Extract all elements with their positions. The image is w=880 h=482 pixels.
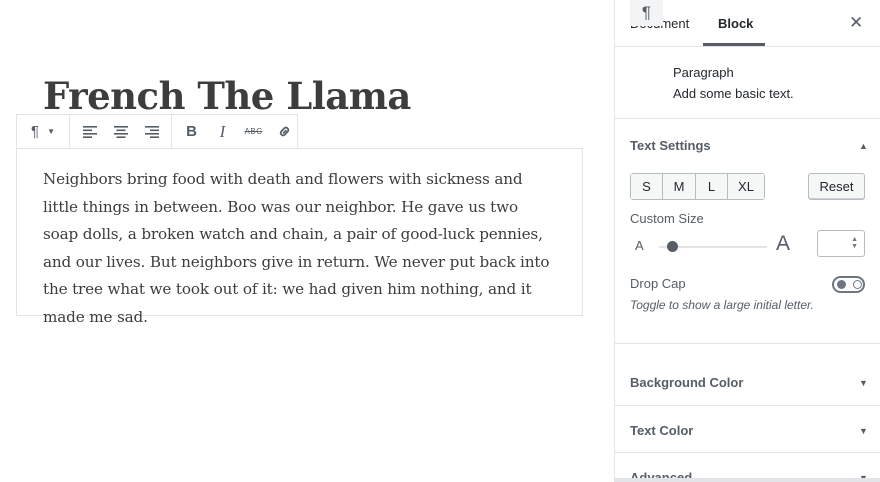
text-settings-toggle[interactable]: Text Settings xyxy=(630,138,711,153)
drop-cap-help: Toggle to show a large initial letter. xyxy=(630,298,814,312)
slider-handle[interactable] xyxy=(667,241,678,252)
text-color-toggle[interactable]: Text Color xyxy=(630,423,693,438)
toggle-off-indicator xyxy=(853,280,862,289)
drop-cap-label: Drop Cap xyxy=(630,276,686,291)
paragraph-text[interactable]: Neighbors bring food with death and flow… xyxy=(43,166,556,331)
align-center-button[interactable] xyxy=(105,115,136,148)
size-small-button[interactable]: S xyxy=(631,174,663,199)
strikethrough-button[interactable]: ABC xyxy=(238,115,269,148)
spinner-icon[interactable]: ▲ ▼ xyxy=(851,236,858,250)
background-color-panel: Background Color ▼ xyxy=(615,358,880,406)
block-card-title: Paragraph xyxy=(673,65,734,80)
size-large-button[interactable]: L xyxy=(696,174,728,199)
text-color-panel: Text Color ▼ xyxy=(615,406,880,453)
large-a-icon: A xyxy=(776,232,791,255)
italic-button[interactable]: I xyxy=(207,115,238,148)
drop-cap-toggle[interactable] xyxy=(832,276,865,293)
block-card-description: Add some basic text. xyxy=(673,86,794,101)
close-icon[interactable]: ✕ xyxy=(849,13,863,33)
size-xlarge-button[interactable]: XL xyxy=(728,174,764,199)
block-toolbar: ¶ ▼ B I ABC xyxy=(16,114,298,149)
link-icon xyxy=(279,126,290,137)
block-type-group: ¶ ▼ xyxy=(17,115,70,148)
post-title[interactable]: French The Llama xyxy=(43,74,411,118)
editor-canvas: French The Llama ¶ ▼ B I ABC Neighbors b… xyxy=(0,0,614,482)
reset-button[interactable]: Reset xyxy=(808,173,865,200)
background-color-toggle[interactable]: Background Color xyxy=(630,375,743,390)
link-button[interactable] xyxy=(269,115,300,148)
font-size-picker: S M L XL xyxy=(630,173,765,200)
size-medium-button[interactable]: M xyxy=(663,174,696,199)
settings-sidebar: Document Block ✕ ¶ Paragraph Add some ba… xyxy=(614,0,880,482)
block-type-switcher[interactable]: ¶ ▼ xyxy=(21,115,65,148)
custom-size-input[interactable]: ▲ ▼ xyxy=(817,230,865,257)
chevron-down-icon[interactable]: ▼ xyxy=(859,378,868,388)
align-left-button[interactable] xyxy=(74,115,105,148)
align-right-button[interactable] xyxy=(136,115,167,148)
paragraph-block[interactable]: Neighbors bring food with death and flow… xyxy=(16,148,583,326)
chevron-up-icon[interactable]: ▲ xyxy=(859,141,868,151)
bold-button[interactable]: B xyxy=(176,115,207,148)
align-center-icon xyxy=(113,125,128,138)
pilcrow-icon: ¶ xyxy=(31,123,40,140)
formatting-group: B I ABC xyxy=(172,115,304,148)
tab-block[interactable]: Block xyxy=(718,16,753,31)
small-a-icon: A xyxy=(635,238,644,253)
active-tab-indicator xyxy=(703,43,765,46)
chevron-down-icon[interactable]: ▼ xyxy=(859,426,868,436)
sidebar-footer-divider xyxy=(615,478,880,482)
chevron-down-icon: ▼ xyxy=(47,127,55,136)
custom-size-label: Custom Size xyxy=(630,211,704,226)
align-right-icon xyxy=(144,125,159,138)
toggle-knob xyxy=(837,280,846,289)
text-settings-panel: Text Settings ▲ S M L XL Reset Custom Si… xyxy=(615,119,880,344)
pilcrow-icon: ¶ xyxy=(630,0,663,26)
block-card: ¶ Paragraph Add some basic text. xyxy=(615,0,880,119)
alignment-group xyxy=(70,115,172,148)
align-left-icon xyxy=(82,125,97,138)
